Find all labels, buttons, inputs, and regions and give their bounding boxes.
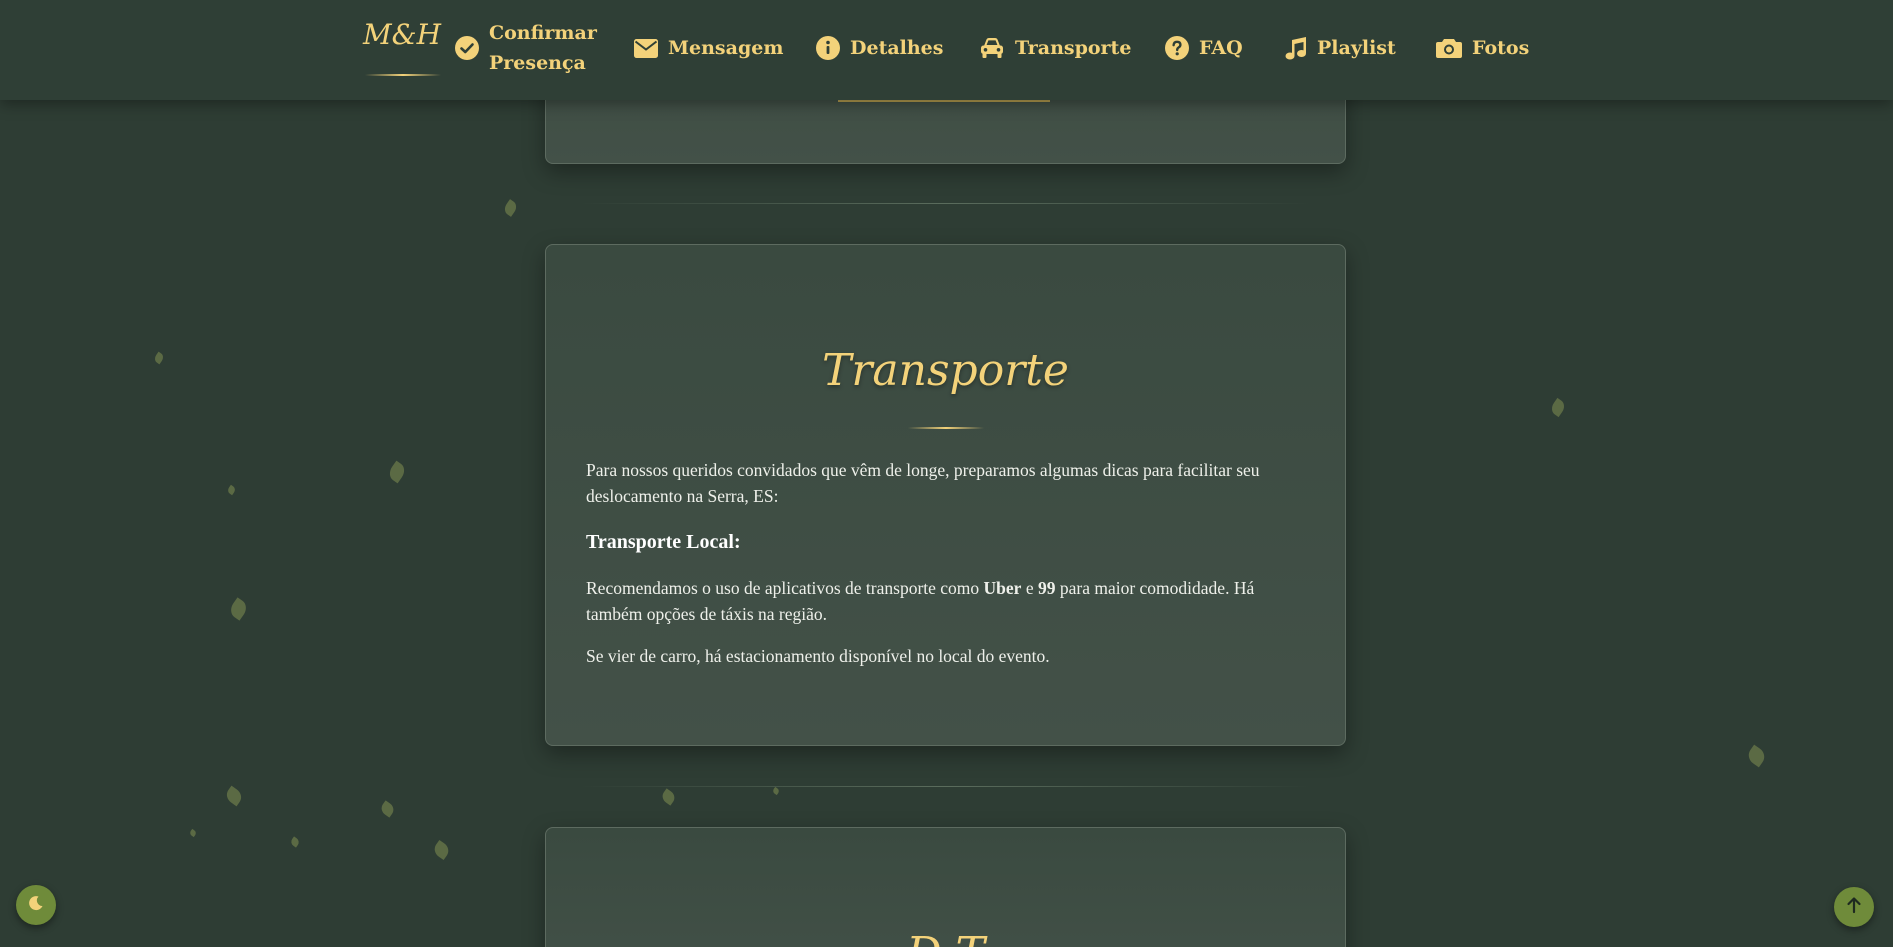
nav-label: FAQ (1199, 37, 1243, 59)
question-circle-icon (1165, 36, 1189, 60)
nav-label: Mensagem (668, 37, 784, 59)
transport-section-body: Para nossos queridos convidados que vêm … (586, 457, 1306, 669)
transport-section-title: Transporte (822, 345, 1069, 396)
leaf-decoration (223, 785, 245, 807)
rec-text-before: Recomendamos o uso de aplicativos de tra… (586, 578, 984, 598)
leaf-decoration (771, 786, 781, 796)
camera-icon (1436, 37, 1462, 59)
uber-label: Uber (983, 578, 1022, 598)
leaf-decoration (289, 836, 301, 848)
nav-item-detalhes[interactable]: Detalhes (816, 0, 943, 96)
nav-item-confirmar-presenca[interactable]: Confirmar Presença (455, 0, 597, 96)
transport-intro: Para nossos queridos convidados que vêm … (586, 460, 1260, 506)
nav-label: Confirmar Presença (489, 22, 597, 74)
arrow-up-icon (1846, 896, 1862, 918)
leaf-decoration (501, 199, 520, 217)
leaf-decoration (378, 800, 397, 818)
next-section-card: D T (545, 827, 1346, 947)
brand-logo[interactable]: M&H (360, 18, 444, 51)
leaf-decoration (227, 597, 250, 621)
local-transport-heading: Transporte Local: (586, 531, 741, 553)
theme-toggle-button[interactable] (16, 885, 56, 925)
leaf-decoration (1548, 397, 1568, 418)
leaf-decoration (386, 460, 408, 484)
leaf-decoration (431, 839, 452, 861)
next-section-title: D T (546, 928, 1345, 947)
leaf-decoration (152, 351, 166, 365)
nav-label: Transporte (1015, 37, 1132, 59)
leaf-decoration (188, 828, 198, 838)
section-divider (580, 786, 1310, 787)
check-circle-icon (455, 36, 479, 60)
envelope-icon (634, 38, 658, 58)
title-underline (908, 427, 984, 429)
parking-info: Se vier de carro, há estacionamento disp… (586, 646, 1050, 666)
nav-label: Fotos (1472, 37, 1530, 59)
app-recommendation: Recomendamos o uso de aplicativos de tra… (586, 575, 1306, 627)
music-note-icon (1285, 36, 1307, 60)
nav-item-transporte[interactable]: Transporte (979, 0, 1131, 96)
nav-label: Detalhes (850, 37, 944, 59)
transport-section-card: Transporte Para nossos queridos convidad… (545, 244, 1346, 746)
nav-item-fotos[interactable]: Fotos (1436, 0, 1529, 96)
nav-item-mensagem[interactable]: Mensagem (634, 0, 783, 96)
car-icon (979, 37, 1005, 59)
info-circle-icon (816, 36, 840, 60)
brand-underline (365, 74, 441, 76)
rec-text-and: e (1021, 578, 1038, 598)
nav-item-playlist[interactable]: Playlist (1285, 0, 1396, 96)
leaf-decoration (226, 484, 237, 496)
top-navbar: M&H Confirmar Presença Mensagem Detalhes… (0, 0, 1893, 100)
leaf-decoration (659, 788, 678, 806)
nav-item-faq[interactable]: FAQ (1165, 0, 1243, 96)
scroll-to-top-button[interactable] (1834, 887, 1874, 927)
moon-icon (28, 895, 44, 915)
leaf-decoration (1744, 744, 1769, 768)
ninety-nine-label: 99 (1037, 578, 1056, 598)
nav-label: Playlist (1317, 37, 1396, 59)
section-divider (580, 203, 1310, 204)
